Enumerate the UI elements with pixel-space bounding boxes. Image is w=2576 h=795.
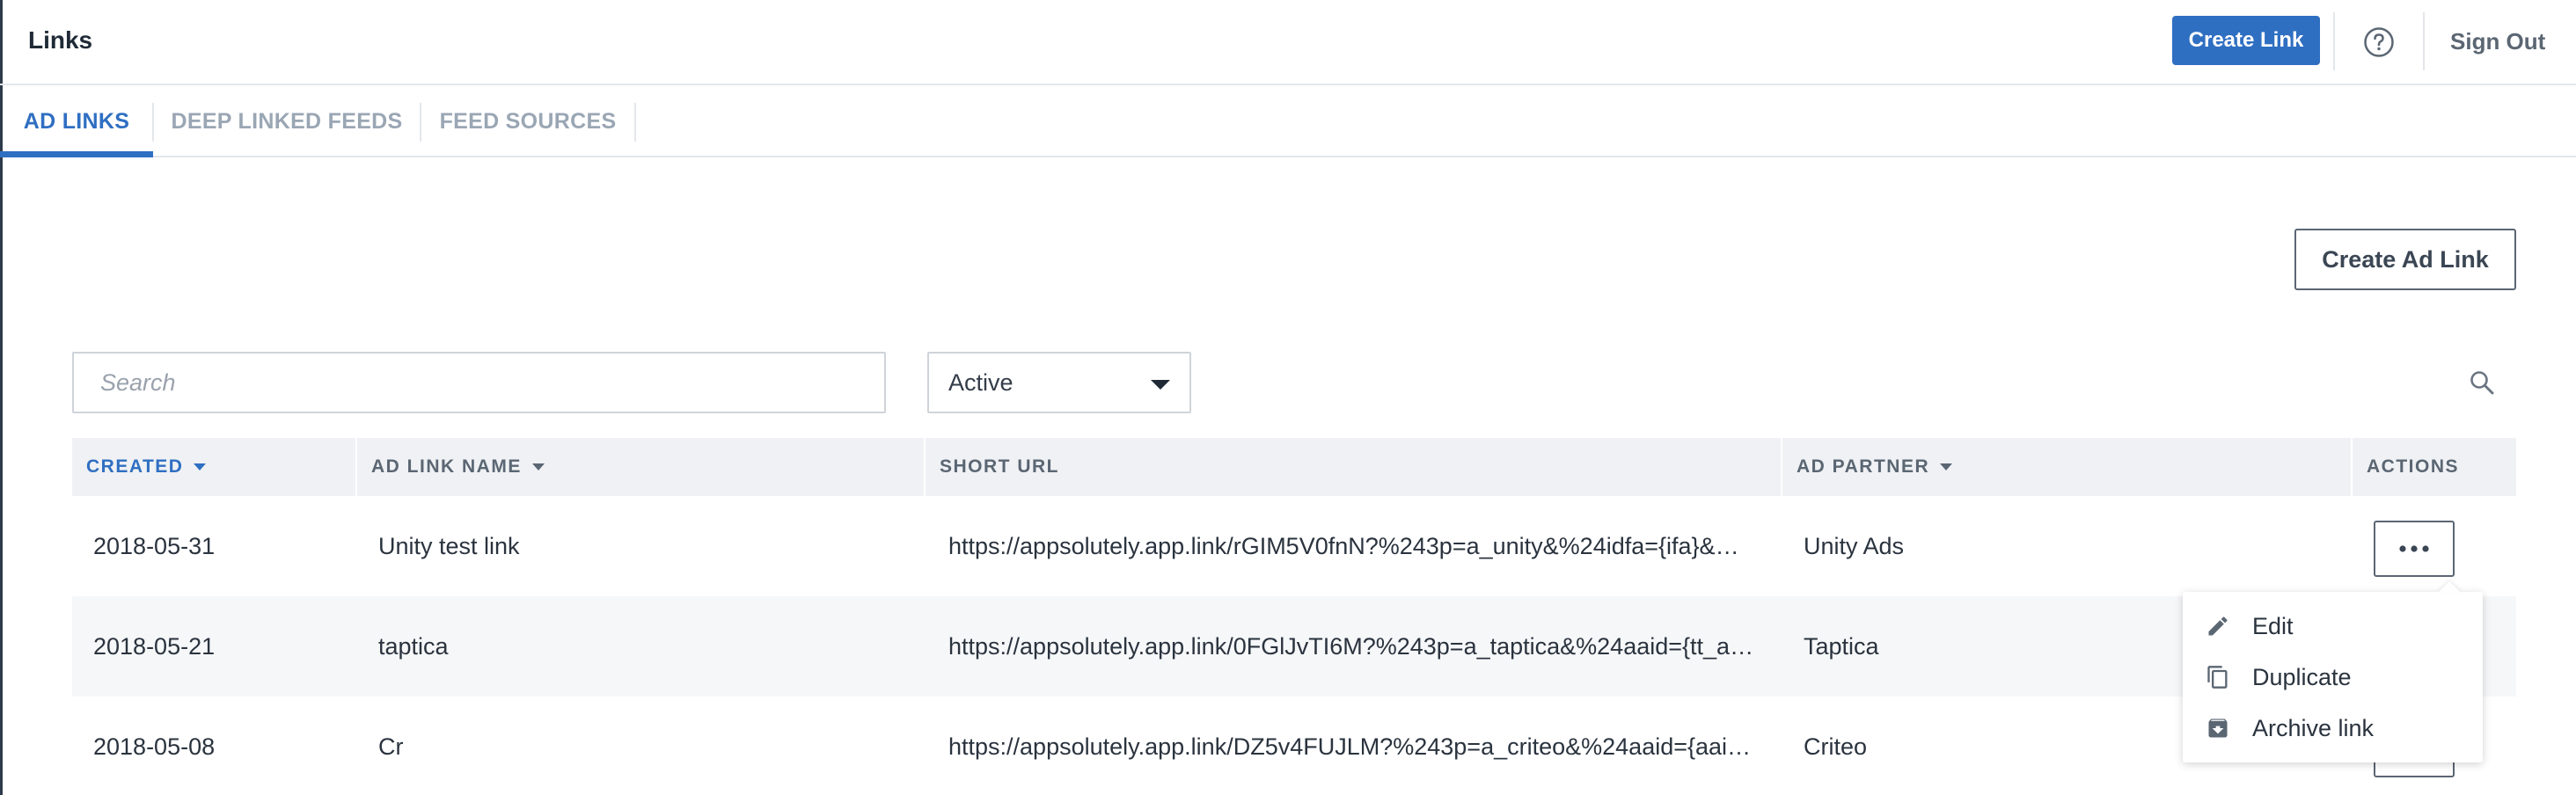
menu-item-label: Duplicate [2252, 663, 2352, 690]
short-url-cell[interactable]: https://appsolutely.app.link/rGIM5V0fnN?… [948, 496, 1758, 596]
tab-deep-linked-feeds[interactable]: DEEP LINKED FEEDS [154, 87, 420, 156]
table-row: 2018-05-08 Cr https://appsolutely.app.li… [72, 697, 2516, 795]
help-icon[interactable] [2363, 26, 2395, 58]
menu-item-archive-link[interactable]: Archive link [2183, 703, 2483, 754]
ad-links-table: CREATED AD LINK NAME SHORT URL AD PARTNE… [72, 438, 2516, 795]
created-cell: 2018-05-31 [93, 532, 216, 559]
column-header-ad-link-name[interactable]: AD LINK NAME [357, 438, 924, 496]
column-header-actions: ACTIONS [2353, 438, 2516, 496]
row-actions-menu: Edit Duplicate Archive link [2183, 592, 2483, 762]
column-header-label: AD PARTNER [1797, 456, 1930, 477]
ad-partner-cell: Taptica [1804, 632, 1879, 660]
more-horizontal-icon [2399, 545, 2429, 552]
header-divider [2333, 12, 2335, 70]
column-header-label: ACTIONS [2367, 456, 2459, 477]
pencil-icon [2208, 616, 2228, 636]
ad-partner-cell: Unity Ads [1804, 532, 1905, 559]
ad-partner-cell: Criteo [1804, 733, 1868, 760]
header-divider [2423, 12, 2425, 70]
table-header: CREATED AD LINK NAME SHORT URL AD PARTNE… [72, 438, 2516, 496]
sign-out-link[interactable]: Sign Out [2450, 28, 2545, 55]
column-header-label: CREATED [86, 456, 184, 477]
create-link-button[interactable]: Create Link [2172, 16, 2320, 65]
created-cell: 2018-05-21 [93, 632, 216, 660]
created-cell: 2018-05-08 [93, 733, 216, 760]
ad-link-name-cell: taptica [378, 632, 449, 660]
search-input[interactable] [72, 352, 886, 413]
search-icon[interactable] [2469, 369, 2495, 396]
menu-item-duplicate[interactable]: Duplicate [2183, 652, 2483, 703]
sort-caret-icon [194, 463, 207, 470]
row-actions-button[interactable] [2374, 521, 2455, 577]
sort-caret-icon [1940, 463, 1953, 470]
tab-bar: AD LINKS DEEP LINKED FEEDS FEED SOURCES [0, 87, 2576, 157]
column-header-created[interactable]: CREATED [72, 438, 355, 496]
column-header-short-url: SHORT URL [926, 438, 1781, 496]
column-header-label: SHORT URL [940, 456, 1059, 477]
status-filter-value: Active [948, 368, 1014, 396]
column-header-label: AD LINK NAME [371, 456, 522, 477]
copy-icon [2207, 666, 2228, 689]
tab-ad-links[interactable]: AD LINKS [0, 87, 153, 157]
column-header-ad-partner[interactable]: AD PARTNER [1782, 438, 2351, 496]
status-filter-select[interactable]: Active [927, 352, 1191, 413]
menu-item-label: Archive link [2252, 714, 2375, 741]
table-row: 2018-05-21 taptica https://appsolutely.a… [72, 596, 2516, 697]
table-row: 2018-05-31 Unity test link https://appso… [72, 496, 2516, 596]
menu-item-label: Edit [2252, 612, 2294, 639]
top-header: Links Create Link Sign Out [0, 0, 2576, 85]
menu-item-edit[interactable]: Edit [2183, 601, 2483, 652]
sort-caret-icon [531, 463, 545, 470]
ad-link-name-cell: Unity test link [378, 532, 520, 559]
tab-divider [634, 103, 636, 142]
tab-feed-sources[interactable]: FEED SOURCES [421, 87, 634, 156]
create-ad-link-button[interactable]: Create Ad Link [2294, 229, 2516, 290]
ad-link-name-cell: Cr [378, 733, 404, 760]
archive-icon [2208, 718, 2228, 738]
page-title: Links [28, 26, 93, 54]
short-url-cell[interactable]: https://appsolutely.app.link/DZ5v4FUJLM?… [948, 697, 1758, 795]
chevron-down-icon [1151, 380, 1170, 390]
short-url-cell[interactable]: https://appsolutely.app.link/0FGlJvTI6M?… [948, 596, 1758, 697]
